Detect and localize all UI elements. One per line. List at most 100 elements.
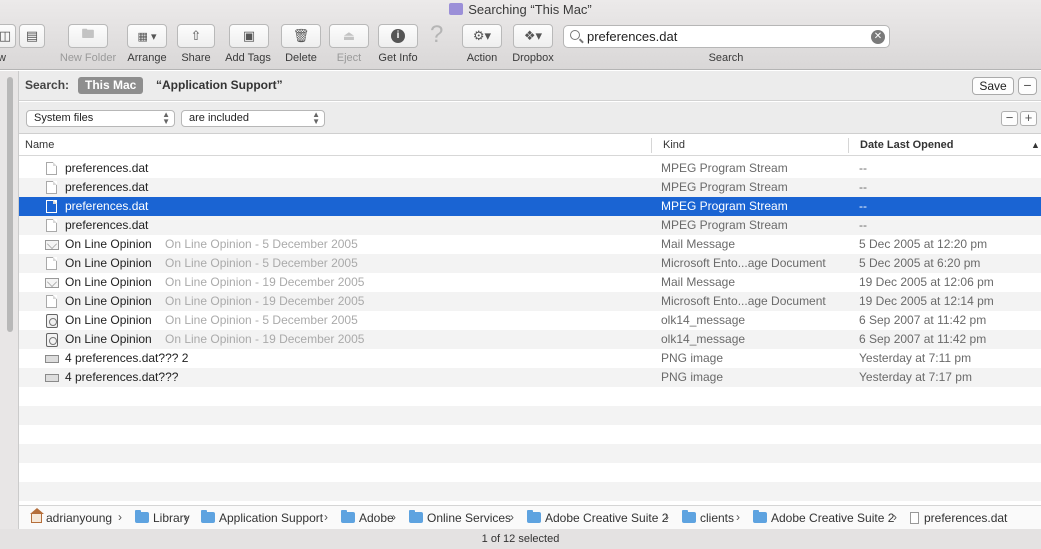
file-name: On Line Opinion [65,275,152,289]
dropbox-label: Dropbox [512,52,554,64]
search-scope-label: Search: [25,78,70,92]
table-row[interactable]: preferences.dat MPEG Program Stream -- [19,178,1041,197]
path-bar: adrianyoung › Library › Application Support ›… [19,505,1041,529]
sort-ascending-icon: ▲ [1031,140,1040,150]
png-image-icon [45,374,59,382]
path-item[interactable]: Adobe Creative Suite 2 [753,510,895,525]
sidebar-scrollbar[interactable] [7,77,13,332]
path-item-label: Adobe Creative Suite 2 [771,511,895,525]
table-row[interactable]: preferences.dat MPEG Program Stream -- [19,159,1041,178]
path-item-label: Online Services [427,511,512,525]
empty-row [19,406,1041,425]
column-view-button[interactable]: ◫ [0,24,16,48]
path-item[interactable]: Application Support [201,510,324,525]
file-name: 4 preferences.dat??? [65,370,179,384]
column-header-name[interactable]: Name [25,139,54,151]
arrange-grid-icon: ▦ ▾ [137,30,157,43]
scope-this-mac-button[interactable]: This Mac [78,77,144,94]
table-row[interactable]: On Line Opinion On Line Opinion - 19 Dece… [19,273,1041,292]
sidebar [0,71,19,529]
criteria-operator-select[interactable]: are included ▲ ▼ [181,110,325,127]
path-item[interactable]: adrianyoung [30,508,113,525]
path-item-label: Application Support [219,511,324,525]
folder-icon [409,510,423,523]
file-kind: Mail Message [661,237,736,251]
share-icon: ⇧ [190,28,202,43]
dropbox-icon: ❖▾ [523,28,543,43]
search-label: Search [708,52,744,64]
file-kind: PNG image [661,370,724,384]
path-item[interactable]: Library [135,510,190,525]
selection-count: 1 of 12 selected [481,533,560,545]
remove-criteria-button[interactable]: − [1001,111,1018,126]
criteria-attribute-select[interactable]: System files ▲ ▼ [26,110,175,127]
coverflow-view-button[interactable]: ▤ [19,24,45,48]
file-date-last-opened: -- [859,199,867,213]
save-search-button[interactable]: Save [972,77,1014,95]
table-row[interactable]: On Line Opinion On Line Opinion - 5 Decem… [19,235,1041,254]
path-item[interactable]: clients [682,510,734,525]
path-item[interactable]: Adobe Creative Suite 2 [527,510,668,525]
path-item[interactable]: Adobe [341,510,394,525]
select-arrows-icon: ▲ ▼ [162,110,170,126]
empty-row [19,463,1041,482]
criteria-attribute-value: System files [34,112,94,124]
table-row[interactable]: On Line Opinion On Line Opinion - 5 Decem… [19,254,1041,273]
file-date-last-opened: 19 Dec 2005 at 12:14 pm [859,294,994,308]
path-item-label: adrianyoung [46,511,113,525]
file-icon [910,512,919,524]
file-kind: MPEG Program Stream [661,161,788,175]
file-kind: MPEG Program Stream [661,180,788,194]
column-divider[interactable] [651,138,652,153]
column-divider[interactable] [848,138,849,153]
add-criteria-button[interactable]: + [1020,111,1037,126]
dropbox-button[interactable]: ❖▾ [513,24,553,48]
folder-icon [135,510,149,523]
file-date-last-opened: 19 Dec 2005 at 12:06 pm [859,275,994,289]
status-bar: 1 of 12 selected [0,529,1041,549]
mail-message-icon [45,278,59,288]
file-name: On Line Opinion [65,332,152,346]
column-view-icon: ◫ [0,28,12,43]
file-name: On Line Opinion [65,256,152,270]
get-info-label: Get Info [378,52,418,64]
file-name: preferences.dat [65,199,149,213]
table-row[interactable]: 4 preferences.dat??? PNG image Yesterday a… [19,368,1041,387]
search-criteria-row: System files ▲ ▼ are included ▲ ▼ − + [19,102,1041,134]
table-row[interactable]: On Line Opinion On Line Opinion - 19 Dece… [19,330,1041,349]
clear-search-icon[interactable]: ✕ [871,30,885,44]
scope-application-support-button[interactable]: “Application Support” [156,78,283,92]
remove-scope-button[interactable]: − [1018,77,1037,95]
new-folder-button[interactable]: 🖿 [68,24,108,48]
get-info-button[interactable]: i [378,24,418,48]
empty-row [19,425,1041,444]
file-subtitle: On Line Opinion - 19 December 2005 [165,294,365,308]
empty-row [19,444,1041,463]
file-subtitle: On Line Opinion - 19 December 2005 [165,275,365,289]
eject-icon: ⏏ [342,28,356,43]
arrange-button[interactable]: ▦ ▾ [127,24,167,48]
help-question-icon[interactable]: ? [430,21,443,49]
table-row[interactable]: 4 preferences.dat??? 2 PNG image Yesterday… [19,349,1041,368]
search-field[interactable]: ✕ [563,25,890,48]
delete-button[interactable]: 🗑 [281,24,321,48]
toolbar: Searching “This Mac” ◫ ▤ w 🖿 New Folder … [0,0,1041,70]
path-item[interactable]: Online Services [409,510,512,525]
empty-row [19,387,1041,406]
path-item[interactable]: preferences.dat [910,511,1007,525]
table-row[interactable]: preferences.dat MPEG Program Stream -- [19,197,1041,216]
document-icon [46,219,57,232]
action-button[interactable]: ⚙▾ [462,24,502,48]
table-row[interactable]: preferences.dat MPEG Program Stream -- [19,216,1041,235]
eject-button[interactable]: ⏏ [329,24,369,48]
column-header-kind[interactable]: Kind [663,139,685,151]
file-name: On Line Opinion [65,313,152,327]
document-icon [46,200,57,213]
trash-icon: 🗑 [292,28,310,43]
add-tags-button[interactable]: ▣ [229,24,269,48]
table-row[interactable]: On Line Opinion On Line Opinion - 5 Decem… [19,311,1041,330]
column-header-date-last-opened[interactable]: Date Last Opened [860,139,954,151]
search-input[interactable] [587,28,867,45]
table-row[interactable]: On Line Opinion On Line Opinion - 19 Dece… [19,292,1041,311]
share-button[interactable]: ⇧ [177,24,215,48]
